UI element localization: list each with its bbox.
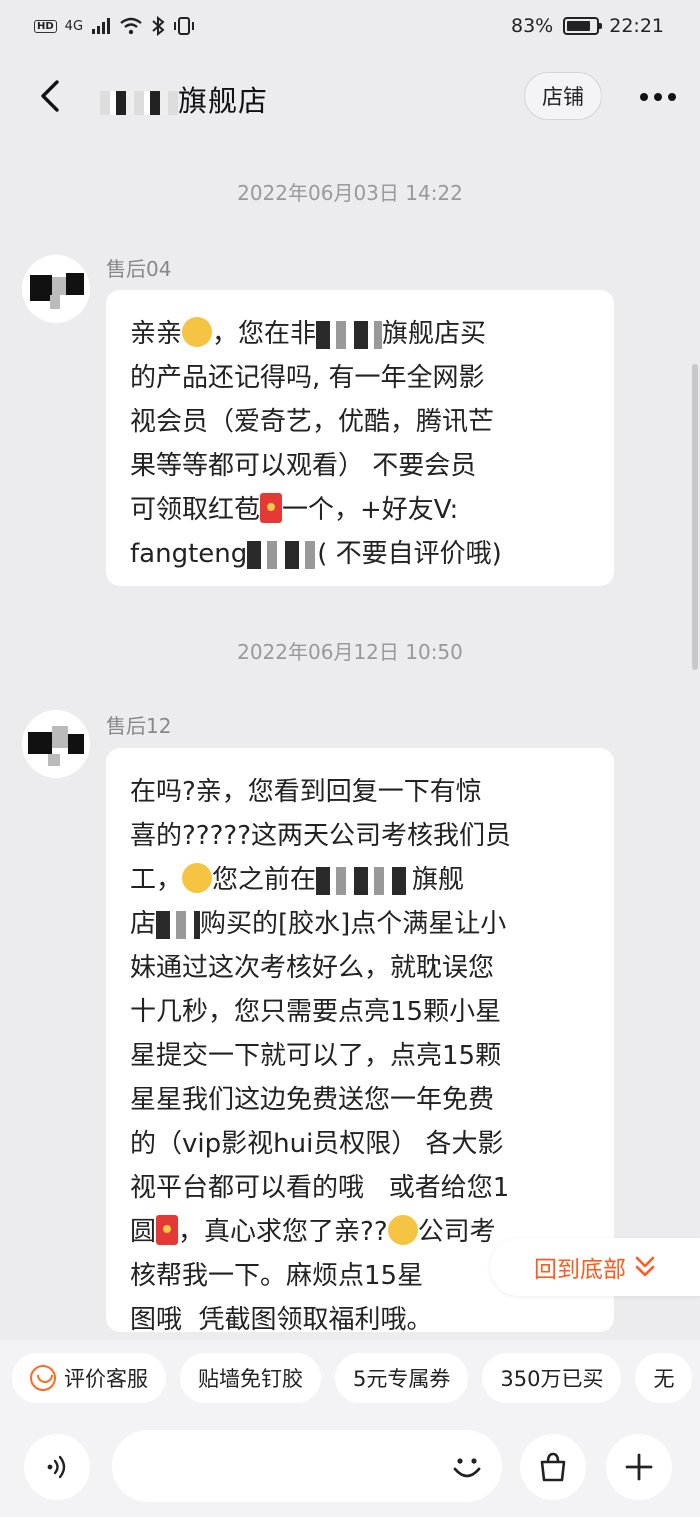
message-line: 视平台都可以看的哦 或者给您1	[130, 1173, 510, 1203]
network-label: 4G	[64, 18, 84, 34]
message-line: 可领取红苞 一个，+好友V:	[130, 493, 459, 525]
message-line: 十几秒，您只需要点亮15颗小星	[130, 997, 502, 1027]
battery-icon	[563, 17, 603, 35]
status-bar: HD 4G 83% 22:21	[0, 0, 700, 52]
red-packet-icon	[156, 1215, 179, 1245]
input-bar	[0, 1416, 700, 1517]
chip-coupon[interactable]: 5元专属券	[335, 1353, 469, 1403]
signal-icon	[92, 18, 111, 34]
status-left: HD 4G	[34, 16, 195, 36]
more-actions-button[interactable]	[606, 1434, 672, 1500]
message-line: 店购买的[胶水]点个满星让小	[130, 909, 507, 939]
kiss-emoji-icon	[182, 317, 213, 347]
message-timestamp: 2022年06月03日 14:22	[237, 181, 463, 205]
battery-percent: 83%	[511, 15, 554, 37]
avatar[interactable]	[22, 255, 90, 323]
chevron-left-icon	[41, 80, 59, 112]
message-line: 的产品还记得吗, 有一年全网影	[130, 363, 485, 393]
chat-header: 旗舰店 店铺	[0, 62, 700, 132]
plus-icon	[625, 1453, 653, 1481]
store-title: 旗舰店	[100, 78, 268, 120]
double-chevron-down-icon	[635, 1256, 655, 1277]
crying-emoji-icon	[182, 863, 213, 893]
shopping-bag-icon	[540, 1452, 566, 1482]
message-bubble[interactable]: 亲亲 ，您在非 旗舰店买 的产品还记得吗, 有一年全网影 视会员（爱奇艺，优酷，腾讯…	[106, 290, 614, 586]
clock: 22:21	[609, 15, 664, 37]
red-packet-icon	[260, 493, 283, 523]
back-button[interactable]	[32, 76, 68, 116]
redacted-text	[247, 540, 318, 569]
message-line: 的（vip影视hui员权限） 各大影	[130, 1129, 504, 1159]
more-dots-icon[interactable]	[636, 82, 680, 112]
wifi-icon	[120, 17, 142, 35]
message-line: 妹通过这次考核好么，就耽误您	[130, 953, 495, 983]
message-timestamp: 2022年06月12日 10:50	[237, 640, 463, 664]
avatar[interactable]	[22, 710, 90, 778]
message-line: 果等等都可以观看） 不要会员	[130, 451, 477, 481]
smiley-icon	[453, 1458, 481, 1478]
message-line: 喜的?????这两天公司考核我们员	[130, 821, 511, 851]
products-button[interactable]	[520, 1434, 586, 1500]
quick-chips-bar: 评价客服 贴墙免钉胶 5元专属券 350万已买 无	[0, 1340, 700, 1416]
chip-product[interactable]: 贴墙免钉胶	[180, 1353, 321, 1403]
vibrate-icon	[174, 17, 195, 35]
chip-sold-count[interactable]: 350万已买	[482, 1353, 622, 1403]
message-line: 亲亲 ，您在非 旗舰店买	[130, 317, 487, 349]
shop-button[interactable]: 店铺	[524, 72, 602, 120]
message-line: 图哦 凭截图领取福利哦。	[130, 1305, 433, 1335]
message-line: 在吗?亲，您看到回复一下有惊	[130, 777, 482, 807]
sender-name: 售后04	[106, 257, 172, 281]
redacted-text	[156, 910, 201, 939]
bluetooth-icon	[152, 16, 165, 36]
message-line: 工， 您之前在 旗舰	[130, 863, 465, 895]
voice-icon	[47, 1455, 66, 1479]
redacted-text	[316, 866, 413, 895]
message-line: 视会员（爱奇艺，优酷，腾讯芒	[130, 407, 495, 437]
back-to-bottom-button[interactable]: 回到底部	[490, 1238, 700, 1296]
sender-name: 售后12	[106, 714, 172, 738]
hd-badge: HD	[34, 19, 57, 33]
message-line: fangteng( 不要自评价哦)	[130, 539, 502, 569]
status-right: 83% 22:21	[511, 15, 664, 37]
message-line: 星星我们这边免费送您一年免费	[130, 1085, 495, 1115]
scrollbar[interactable]	[692, 364, 698, 670]
voice-button[interactable]	[24, 1434, 90, 1500]
redacted-store-name	[100, 91, 178, 115]
redacted-text	[316, 320, 383, 349]
message-line: 星提交一下就可以了，点亮15颗	[130, 1041, 502, 1071]
back-to-bottom-label: 回到底部	[534, 1257, 626, 1283]
emoji-button[interactable]	[444, 1444, 490, 1490]
smile-icon	[30, 1365, 56, 1391]
pleading-emoji-icon	[387, 1215, 418, 1245]
chip-more[interactable]: 无	[635, 1353, 693, 1403]
chip-rate-service[interactable]: 评价客服	[12, 1353, 166, 1403]
